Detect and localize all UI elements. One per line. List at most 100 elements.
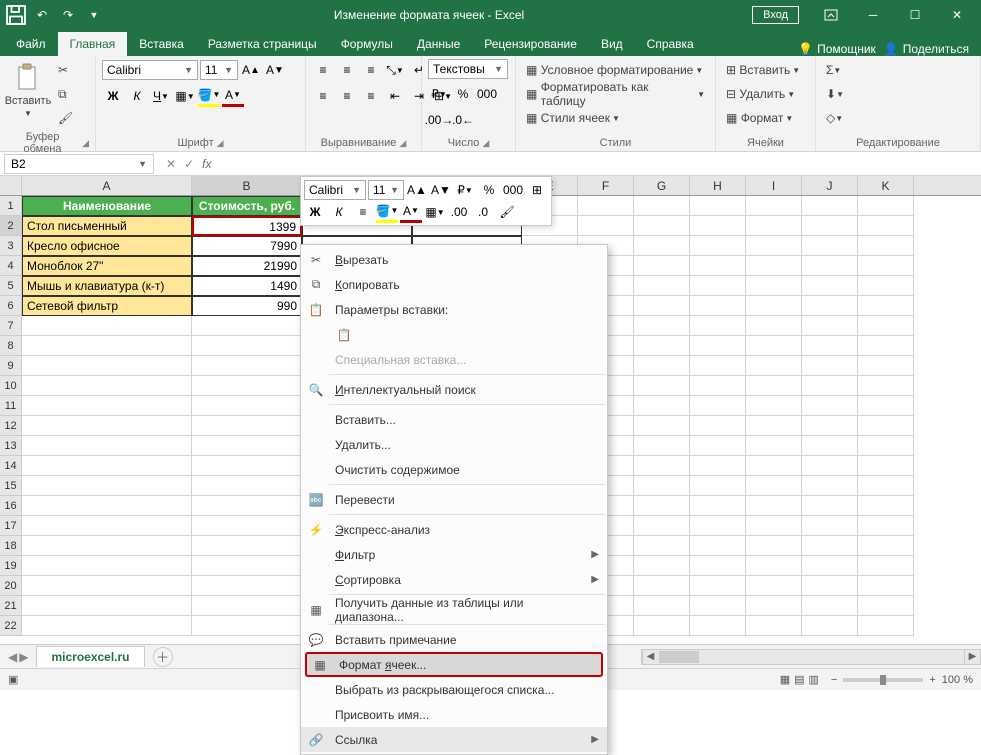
align-center-icon[interactable]: ≡ bbox=[336, 85, 358, 107]
cell[interactable] bbox=[802, 596, 858, 616]
row-header[interactable]: 1 bbox=[0, 196, 22, 216]
cell[interactable] bbox=[192, 596, 302, 616]
cell[interactable] bbox=[634, 376, 690, 396]
col-header-F[interactable]: F bbox=[578, 176, 634, 195]
ctx-insert[interactable]: Вставить... bbox=[301, 407, 607, 432]
cell[interactable] bbox=[746, 376, 802, 396]
font-color-icon[interactable]: A▼ bbox=[222, 85, 244, 107]
cell[interactable] bbox=[802, 416, 858, 436]
cell[interactable] bbox=[690, 476, 746, 496]
cell[interactable] bbox=[634, 536, 690, 556]
cell[interactable] bbox=[690, 256, 746, 276]
row-header[interactable]: 9 bbox=[0, 356, 22, 376]
cell[interactable] bbox=[22, 376, 192, 396]
zoom-slider[interactable] bbox=[843, 678, 923, 682]
ctx-copy[interactable]: ⧉Копировать bbox=[301, 272, 607, 297]
cell[interactable] bbox=[690, 356, 746, 376]
cell[interactable] bbox=[858, 216, 914, 236]
cell[interactable] bbox=[690, 396, 746, 416]
bold-button[interactable]: Ж bbox=[102, 85, 124, 107]
sheet-next-icon[interactable]: ▶ bbox=[19, 650, 28, 664]
row-header[interactable]: 17 bbox=[0, 516, 22, 536]
ctx-insert-comment[interactable]: 💬Вставить примечание bbox=[301, 627, 607, 652]
page-break-icon[interactable]: ▥ bbox=[809, 673, 819, 686]
cell[interactable] bbox=[746, 216, 802, 236]
col-header-J[interactable]: J bbox=[802, 176, 858, 195]
cell[interactable] bbox=[802, 496, 858, 516]
cell[interactable] bbox=[192, 376, 302, 396]
cell[interactable] bbox=[858, 616, 914, 636]
cut-icon[interactable]: ✂ bbox=[54, 59, 77, 81]
mini-comma-icon[interactable]: 000 bbox=[502, 179, 524, 201]
row-header[interactable]: 18 bbox=[0, 536, 22, 556]
mini-shrink-icon[interactable]: A▼ bbox=[430, 179, 452, 201]
font-name-combo[interactable]: Calibri▼ bbox=[102, 60, 198, 80]
copy-icon[interactable]: ⧉ bbox=[54, 83, 77, 105]
mini-font-combo[interactable]: Calibri▼ bbox=[304, 180, 366, 200]
cell[interactable] bbox=[192, 576, 302, 596]
mini-dec-inc-icon[interactable]: .00 bbox=[448, 201, 470, 223]
cell[interactable]: 1490 bbox=[192, 276, 302, 296]
cell[interactable] bbox=[802, 216, 858, 236]
cell-styles-button[interactable]: ▦ Стили ячеек▼ bbox=[522, 107, 624, 129]
signin-button[interactable]: Вход bbox=[752, 6, 799, 24]
cell[interactable] bbox=[634, 616, 690, 636]
cell[interactable] bbox=[22, 516, 192, 536]
cell[interactable] bbox=[690, 416, 746, 436]
cell[interactable] bbox=[634, 456, 690, 476]
cell[interactable] bbox=[690, 216, 746, 236]
increase-decimal-icon[interactable]: .00→ bbox=[428, 109, 450, 131]
mini-bold-button[interactable]: Ж bbox=[304, 201, 326, 223]
cell[interactable] bbox=[690, 616, 746, 636]
shrink-font-icon[interactable]: A▼ bbox=[264, 59, 286, 81]
underline-button[interactable]: Ч▼ bbox=[150, 85, 172, 107]
cell[interactable] bbox=[22, 356, 192, 376]
add-sheet-button[interactable]: ＋ bbox=[153, 647, 173, 667]
cell[interactable] bbox=[634, 296, 690, 316]
col-header-A[interactable]: A bbox=[22, 176, 192, 195]
cell[interactable] bbox=[192, 336, 302, 356]
format-as-table-button[interactable]: ▦ Форматировать как таблицу▼ bbox=[522, 83, 709, 105]
row-header[interactable]: 5 bbox=[0, 276, 22, 296]
cell[interactable] bbox=[858, 276, 914, 296]
format-cells-button[interactable]: ▦ Формат▼ bbox=[722, 107, 797, 129]
cell[interactable] bbox=[690, 516, 746, 536]
mini-align-icon[interactable]: ≡ bbox=[352, 201, 374, 223]
cell[interactable] bbox=[634, 416, 690, 436]
cell[interactable] bbox=[634, 216, 690, 236]
cell[interactable] bbox=[690, 536, 746, 556]
cell[interactable]: 21990 bbox=[192, 256, 302, 276]
format-painter-icon[interactable]: 🖌 bbox=[54, 107, 77, 129]
align-middle-icon[interactable]: ≡ bbox=[336, 59, 358, 81]
cell[interactable] bbox=[746, 236, 802, 256]
col-header-I[interactable]: I bbox=[746, 176, 802, 195]
cell[interactable] bbox=[634, 356, 690, 376]
cell[interactable] bbox=[858, 196, 914, 216]
cell[interactable] bbox=[858, 416, 914, 436]
cell[interactable] bbox=[690, 556, 746, 576]
tell-me-button[interactable]: 💡Помощник bbox=[798, 42, 876, 56]
cell[interactable] bbox=[746, 476, 802, 496]
cell[interactable]: Стол письменный bbox=[22, 216, 192, 236]
cell[interactable] bbox=[858, 576, 914, 596]
clear-icon[interactable]: ◇▼ bbox=[822, 107, 848, 129]
row-header[interactable]: 14 bbox=[0, 456, 22, 476]
cell[interactable] bbox=[802, 336, 858, 356]
cell[interactable] bbox=[858, 296, 914, 316]
alignment-dialog-icon[interactable]: ◢ bbox=[399, 138, 406, 149]
cell[interactable] bbox=[634, 496, 690, 516]
cell[interactable] bbox=[858, 316, 914, 336]
col-header-K[interactable]: K bbox=[858, 176, 914, 195]
tab-layout[interactable]: Разметка страницы bbox=[196, 32, 329, 56]
mini-grow-icon[interactable]: A▲ bbox=[406, 179, 428, 201]
row-header[interactable]: 11 bbox=[0, 396, 22, 416]
cell[interactable] bbox=[802, 456, 858, 476]
comma-icon[interactable]: 000 bbox=[476, 83, 498, 105]
font-dialog-icon[interactable]: ◢ bbox=[217, 138, 224, 149]
ctx-quick-analysis[interactable]: ⚡Экспресс-анализ bbox=[301, 517, 607, 542]
cell[interactable] bbox=[746, 276, 802, 296]
cell[interactable] bbox=[858, 436, 914, 456]
cell[interactable] bbox=[858, 236, 914, 256]
tab-view[interactable]: Вид bbox=[589, 32, 635, 56]
cell[interactable] bbox=[22, 396, 192, 416]
